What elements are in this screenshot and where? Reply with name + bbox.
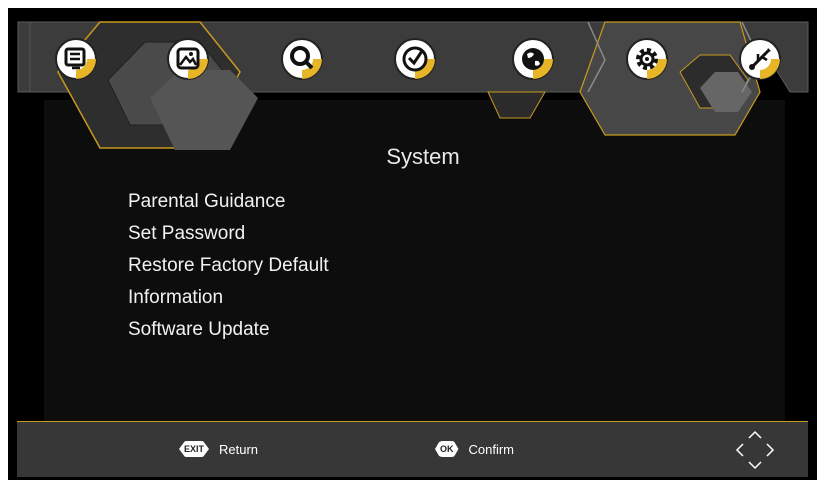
- menu-item-parental-guidance[interactable]: Parental Guidance: [128, 190, 329, 222]
- exit-hint[interactable]: EXIT Return: [179, 441, 258, 457]
- menu-item-software-update[interactable]: Software Update: [128, 318, 329, 350]
- channel-search-icon[interactable]: [279, 36, 325, 82]
- usb-icon[interactable]: [737, 36, 783, 82]
- hex-middle: [487, 91, 546, 119]
- globe-language-icon[interactable]: [510, 36, 556, 82]
- picture-icon[interactable]: [165, 36, 211, 82]
- time-clock-icon[interactable]: [392, 36, 438, 82]
- footer-bar: EXIT Return OK Confirm: [17, 421, 808, 477]
- ok-hint[interactable]: OK Confirm: [435, 441, 514, 457]
- return-label: Return: [219, 441, 259, 457]
- navigation-arrows-icon: [735, 430, 775, 470]
- ok-key-badge: OK: [435, 441, 459, 457]
- tv-menu-screen: System Parental Guidance Set Password Re…: [0, 0, 825, 486]
- exit-key-badge: EXIT: [179, 441, 210, 457]
- system-menu: Parental Guidance Set Password Restore F…: [128, 190, 329, 350]
- confirm-label: Confirm: [468, 441, 515, 457]
- menu-item-restore-factory-default[interactable]: Restore Factory Default: [128, 254, 329, 286]
- tv-program-icon[interactable]: [53, 36, 99, 82]
- menu-item-information[interactable]: Information: [128, 286, 329, 318]
- page-title: System: [386, 144, 460, 169]
- system-gear-icon[interactable]: [624, 36, 670, 82]
- menu-item-set-password[interactable]: Set Password: [128, 222, 329, 254]
